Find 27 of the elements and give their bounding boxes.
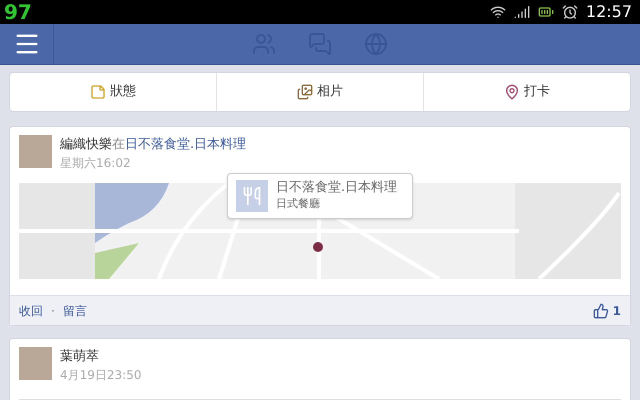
action-link[interactable]: 留言	[62, 302, 87, 320]
post-time: 星期六16:02	[60, 155, 132, 171]
separator-dot: ·	[51, 302, 55, 320]
like-icon[interactable]	[592, 302, 609, 318]
composer-tab[interactable]: 狀態	[10, 73, 216, 111]
avatar	[19, 135, 52, 168]
place-category: 日式餐廳	[276, 196, 321, 212]
wifi-icon	[490, 4, 506, 20]
post-time: 4月19日23:50	[60, 367, 142, 383]
post-header-text: 編織快樂在日不落食堂.日本料理	[60, 136, 246, 154]
note-icon	[90, 84, 106, 100]
photos-icon	[297, 84, 313, 100]
place-link[interactable]: 日不落食堂.日本料理	[125, 137, 246, 152]
action-link[interactable]: 收回	[19, 302, 43, 320]
like-count: 1	[612, 302, 621, 320]
post-header-text: 葉萌萃	[60, 348, 100, 366]
signal-icon	[514, 4, 530, 20]
place-name: 日不落食堂.日本料理	[276, 180, 398, 196]
composer-tab[interactable]: 打卡	[423, 73, 630, 111]
alarm-icon	[562, 4, 578, 20]
utensils-icon	[236, 180, 268, 212]
map-pin-icon	[504, 84, 520, 100]
status-number: 97	[4, 2, 32, 22]
composer-tab[interactable]: 相片	[216, 73, 423, 111]
clock-time: 12:57	[586, 1, 633, 23]
avatar	[19, 347, 52, 380]
place-popup[interactable]: 日不落食堂.日本料理 日式餐廳	[227, 173, 413, 219]
